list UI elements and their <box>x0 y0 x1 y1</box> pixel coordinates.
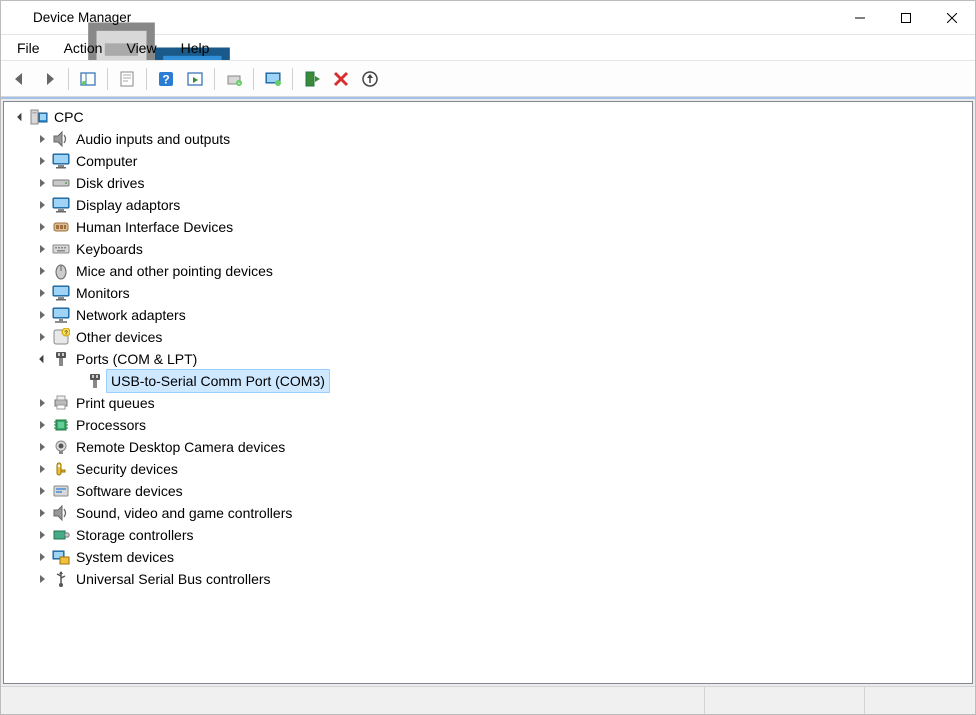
category-display[interactable]: Display adaptors <box>6 194 970 216</box>
cpu-icon <box>52 416 70 434</box>
expander-icon[interactable] <box>34 439 50 455</box>
other-icon <box>52 328 70 346</box>
disable-device-button[interactable] <box>357 66 383 92</box>
category-security[interactable]: Security devices <box>6 458 970 480</box>
properties-button[interactable] <box>114 66 140 92</box>
category-software[interactable]: Software devices <box>6 480 970 502</box>
category-system[interactable]: System devices <box>6 546 970 568</box>
back-button[interactable] <box>7 66 33 92</box>
menu-view[interactable]: View <box>116 37 166 59</box>
category-ports[interactable]: Ports (COM & LPT) <box>6 348 970 370</box>
expander-icon[interactable] <box>34 153 50 169</box>
toolbar: ? + <box>1 61 975 97</box>
scan-hardware-button[interactable] <box>260 66 286 92</box>
expander-icon[interactable] <box>34 527 50 543</box>
software-icon <box>52 482 70 500</box>
speaker-icon <box>52 130 70 148</box>
window-title: Device Manager <box>33 10 131 25</box>
menu-file[interactable]: File <box>7 37 50 59</box>
device-tree[interactable]: CPC Audio inputs and outputs Computer Di… <box>3 101 973 684</box>
category-rd-camera[interactable]: Remote Desktop Camera devices <box>6 436 970 458</box>
forward-button[interactable] <box>36 66 62 92</box>
category-network[interactable]: Network adapters <box>6 304 970 326</box>
category-mice[interactable]: Mice and other pointing devices <box>6 260 970 282</box>
port-icon <box>86 372 104 390</box>
titlebar: Device Manager <box>1 1 975 35</box>
category-other-devices[interactable]: Other devices <box>6 326 970 348</box>
expander-icon[interactable] <box>34 395 50 411</box>
minimize-button[interactable] <box>837 2 883 34</box>
menu-action[interactable]: Action <box>54 37 113 59</box>
expander-icon[interactable] <box>34 241 50 257</box>
expander-icon[interactable] <box>34 263 50 279</box>
mouse-icon <box>52 262 70 280</box>
hid-icon <box>52 218 70 236</box>
category-print-queues[interactable]: Print queues <box>6 392 970 414</box>
category-computer[interactable]: Computer <box>6 150 970 172</box>
expander-icon[interactable] <box>34 219 50 235</box>
expander-icon[interactable] <box>34 131 50 147</box>
expander-icon[interactable] <box>34 329 50 345</box>
monitor-icon <box>52 196 70 214</box>
device-usb-serial-com3[interactable]: USB-to-Serial Comm Port (COM3) <box>6 370 970 392</box>
category-storage[interactable]: Storage controllers <box>6 524 970 546</box>
app-icon <box>9 10 25 26</box>
expander-icon[interactable] <box>34 197 50 213</box>
category-disk-drives[interactable]: Disk drives <box>6 172 970 194</box>
network-icon <box>52 306 70 324</box>
status-pane-1 <box>1 687 705 714</box>
uninstall-device-button[interactable] <box>328 66 354 92</box>
close-button[interactable] <box>929 2 975 34</box>
show-hide-tree-button[interactable] <box>75 66 101 92</box>
expander-icon[interactable] <box>34 285 50 301</box>
expander-icon <box>68 373 84 389</box>
printer-icon <box>52 394 70 412</box>
root-label: CPC <box>54 106 84 128</box>
maximize-button[interactable] <box>883 2 929 34</box>
speaker-icon <box>52 504 70 522</box>
category-audio[interactable]: Audio inputs and outputs <box>6 128 970 150</box>
tree-root[interactable]: CPC <box>6 106 970 128</box>
expander-icon[interactable] <box>34 549 50 565</box>
category-processors[interactable]: Processors <box>6 414 970 436</box>
help-button[interactable]: ? <box>153 66 179 92</box>
status-pane-3 <box>865 687 975 714</box>
keyboard-icon <box>52 240 70 258</box>
menubar: File Action View Help <box>1 35 975 61</box>
expander-icon[interactable] <box>34 417 50 433</box>
pc-icon <box>30 108 48 126</box>
system-icon <box>52 548 70 566</box>
status-bar <box>1 686 975 714</box>
expander-icon[interactable] <box>34 483 50 499</box>
expander-icon[interactable] <box>34 307 50 323</box>
port-icon <box>52 350 70 368</box>
expander-icon[interactable] <box>34 175 50 191</box>
disk-icon <box>52 174 70 192</box>
security-icon <box>52 460 70 478</box>
expander-icon[interactable] <box>34 571 50 587</box>
camera-icon <box>52 438 70 456</box>
action-pane-button[interactable] <box>182 66 208 92</box>
category-keyboards[interactable]: Keyboards <box>6 238 970 260</box>
svg-text:+: + <box>238 81 241 87</box>
expander-icon[interactable] <box>34 461 50 477</box>
menu-help[interactable]: Help <box>171 37 220 59</box>
enable-device-button[interactable] <box>299 66 325 92</box>
category-sound[interactable]: Sound, video and game controllers <box>6 502 970 524</box>
usb-icon <box>52 570 70 588</box>
monitor-icon <box>52 152 70 170</box>
category-hid[interactable]: Human Interface Devices <box>6 216 970 238</box>
storage-icon <box>52 526 70 544</box>
update-driver-button[interactable]: + <box>221 66 247 92</box>
expander-icon[interactable] <box>12 109 28 125</box>
monitor-icon <box>52 284 70 302</box>
expander-icon[interactable] <box>34 351 50 367</box>
svg-text:?: ? <box>162 72 169 86</box>
expander-icon[interactable] <box>34 505 50 521</box>
category-usb[interactable]: Universal Serial Bus controllers <box>6 568 970 590</box>
status-pane-2 <box>705 687 865 714</box>
category-monitors[interactable]: Monitors <box>6 282 970 304</box>
